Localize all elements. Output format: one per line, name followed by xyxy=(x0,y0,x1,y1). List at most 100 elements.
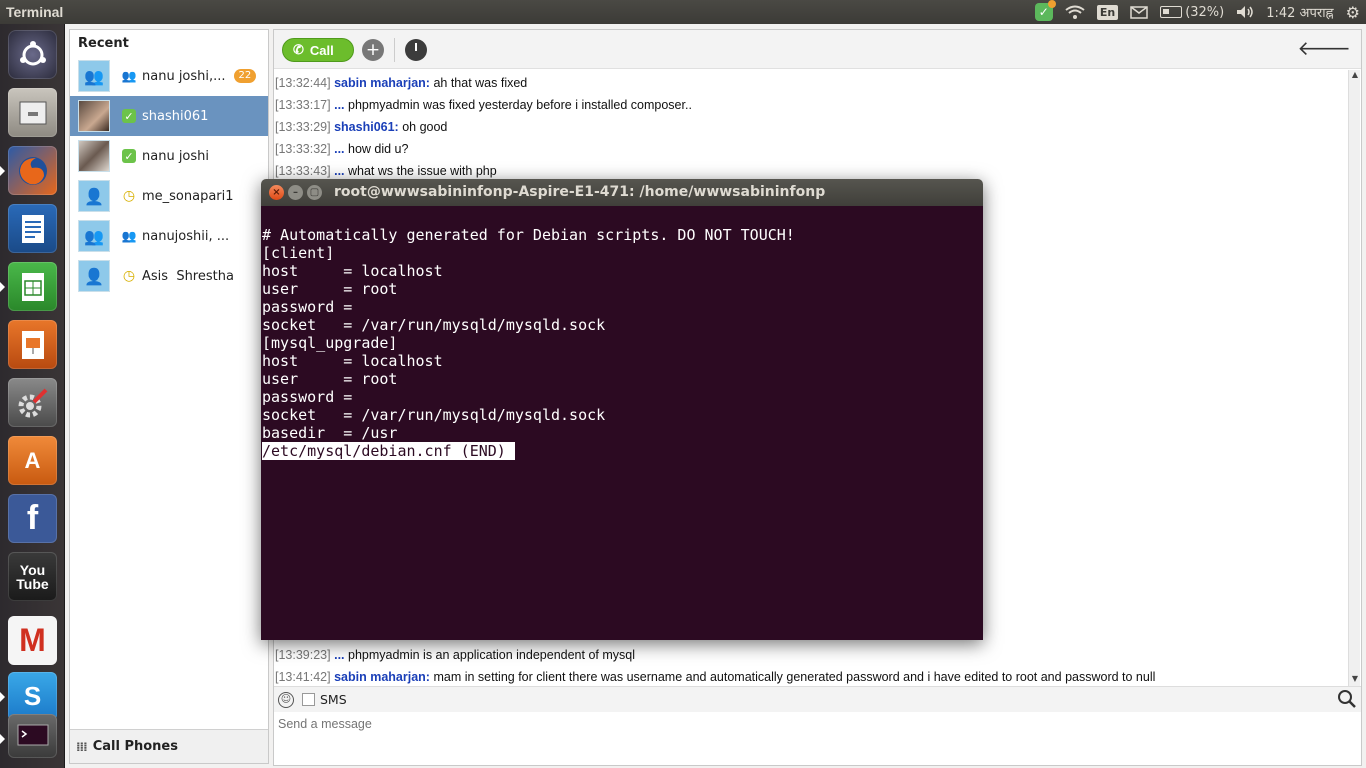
gmail-letter: M xyxy=(19,622,46,658)
message-text: how did u? xyxy=(348,142,409,156)
call-button[interactable]: ✆ Call xyxy=(282,38,354,62)
terminal-line: socket = /var/run/mysqld/mysqld.sock xyxy=(262,406,606,424)
toolbar-divider xyxy=(394,38,395,62)
maximize-icon[interactable]: ▢ xyxy=(307,185,322,200)
plus-icon: + xyxy=(365,40,381,60)
contact-name: nanu joshi,... xyxy=(142,68,226,84)
app-title: Terminal xyxy=(6,4,64,20)
settings-gear-icon[interactable]: ⚙ xyxy=(1346,3,1360,22)
message-timestamp: [13:33:17] xyxy=(275,98,331,112)
call-phones-button[interactable]: ⁞⁞⁞ Call Phones xyxy=(70,729,268,763)
message-input[interactable] xyxy=(278,717,1178,731)
message-row: [13:39:23] ... phpmyadmin is an applicat… xyxy=(274,644,1349,666)
message-sender[interactable]: ... xyxy=(334,142,344,156)
system-settings-icon[interactable] xyxy=(8,378,57,427)
contact-item-selected[interactable]: ✓ shashi061 xyxy=(70,96,268,136)
sms-checkbox[interactable] xyxy=(302,693,315,706)
history-clock-icon[interactable] xyxy=(405,39,427,61)
message-scrollbar[interactable]: ▲ ▼ xyxy=(1348,70,1360,686)
terminal-line: user = root xyxy=(262,370,398,388)
contact-name: nanujoshii, ... xyxy=(142,228,230,244)
message-sender[interactable]: ... xyxy=(334,648,344,662)
default-avatar: 👤 xyxy=(78,260,110,292)
minimize-icon[interactable]: – xyxy=(288,185,303,200)
terminal-line: host = localhost xyxy=(262,352,443,370)
terminal-line: host = localhost xyxy=(262,262,443,280)
youtube-label: You Tube xyxy=(16,561,49,592)
skype-letter: S xyxy=(23,681,42,711)
volume-icon[interactable] xyxy=(1236,5,1254,19)
indicator-area: ✓ En (32%) 1:42 अपराह्न ⚙ xyxy=(1034,0,1360,24)
call-label: Call xyxy=(309,42,334,58)
clock[interactable]: 1:42 अपराह्न xyxy=(1266,3,1333,21)
contact-item[interactable]: 👥 👥 nanujoshii, ... xyxy=(70,216,268,256)
libreoffice-impress-icon[interactable] xyxy=(8,320,57,369)
contact-item[interactable]: 👥 👥 nanu joshi,... 22 xyxy=(70,56,268,96)
conversation-toolbar: ✆ Call + 🡐 xyxy=(274,30,1361,69)
terminal-output[interactable]: # Automatically generated for Debian scr… xyxy=(261,206,983,640)
facebook-letter: f xyxy=(26,499,39,537)
launcher: A f You Tube M S xyxy=(0,24,65,768)
terminal-titlebar[interactable]: × – ▢ root@wwwsabininfonp-Aspire-E1-471:… xyxy=(261,179,983,206)
message-sender[interactable]: sabin maharjan: xyxy=(334,670,430,684)
compose-toolbar: ☺ SMS xyxy=(274,686,1361,712)
phone-icon: ✆ xyxy=(293,42,304,57)
contact-item[interactable]: 👤 ◷ me_sonapari1 xyxy=(70,176,268,216)
facebook-icon[interactable]: f xyxy=(8,494,57,543)
group-icon: 👥 xyxy=(121,229,137,243)
message-sender[interactable]: ... xyxy=(334,98,344,112)
wifi-icon[interactable] xyxy=(1065,5,1085,19)
ubuntu-dash-icon[interactable] xyxy=(8,30,57,79)
running-indicator xyxy=(0,166,5,176)
add-people-button[interactable]: + xyxy=(362,39,384,61)
contact-item[interactable]: 👤 ◷ Asis Shrestha xyxy=(70,256,268,296)
emoticon-icon[interactable]: ☺ xyxy=(278,691,294,708)
group-icon: 👥 xyxy=(121,69,137,83)
message-timestamp: [13:33:29] xyxy=(275,120,331,134)
files-icon[interactable] xyxy=(8,88,57,137)
message-text: oh good xyxy=(402,120,448,134)
online-status-icon: ✓ xyxy=(122,109,136,123)
firefox-icon[interactable] xyxy=(0,146,57,195)
scroll-up-arrow-icon[interactable]: ▲ xyxy=(1350,70,1360,82)
message-row: [13:33:29] shashi061: oh good xyxy=(274,116,1349,138)
call-phones-label: Call Phones xyxy=(92,739,178,754)
battery-indicator[interactable]: (32%) xyxy=(1160,5,1224,20)
back-arrow-icon[interactable]: 🡐 xyxy=(1297,36,1351,60)
message-sender[interactable]: sabin maharjan: xyxy=(334,76,430,90)
libreoffice-writer-icon[interactable] xyxy=(8,204,57,253)
contact-name: Asis Shrestha xyxy=(142,268,234,284)
message-sender[interactable]: shashi061: xyxy=(334,120,399,134)
terminal-line: password = xyxy=(262,388,353,406)
scroll-down-arrow-icon[interactable]: ▼ xyxy=(1350,674,1360,686)
message-text: what ws the issue with php xyxy=(348,164,497,178)
message-row: [13:33:17] ... phpmyadmin was fixed yest… xyxy=(274,94,1349,116)
terminal-window: × – ▢ root@wwwsabininfonp-Aspire-E1-471:… xyxy=(261,179,983,640)
message-sender[interactable]: ... xyxy=(334,164,344,178)
avatar xyxy=(78,140,110,172)
avatar xyxy=(78,100,110,132)
group-avatar: 👥 xyxy=(78,60,110,92)
contacts-pane: Recent 👥 👥 nanu joshi,... 22 ✓ shashi061… xyxy=(69,29,269,764)
top-panel: Terminal ✓ En (32%) 1:42 अपराह्न ⚙ xyxy=(0,0,1366,24)
terminal-line: user = root xyxy=(262,280,398,298)
battery-percent: (32%) xyxy=(1185,4,1225,20)
search-icon[interactable] xyxy=(1337,689,1357,709)
close-icon[interactable]: × xyxy=(269,185,284,200)
skype-indicator-icon[interactable]: ✓ xyxy=(1034,0,1056,21)
keyboard-language-indicator[interactable]: En xyxy=(1096,4,1119,20)
terminal-line: password = xyxy=(262,298,353,316)
mail-icon[interactable] xyxy=(1130,5,1148,19)
message-row: [13:41:42] sabin maharjan: mam in settin… xyxy=(274,666,1349,686)
contact-item[interactable]: ✓ nanu joshi xyxy=(70,136,268,176)
software-center-icon[interactable]: A xyxy=(8,436,57,485)
software-center-letter: A xyxy=(24,447,41,473)
message-text: mam in setting for client there was user… xyxy=(433,670,1156,684)
contact-name: shashi061 xyxy=(142,108,209,124)
gmail-icon[interactable]: M xyxy=(8,616,57,665)
message-timestamp: [13:33:32] xyxy=(275,142,331,156)
terminal-stack-icon[interactable] xyxy=(0,714,57,758)
online-status-icon: ✓ xyxy=(122,149,136,163)
youtube-icon[interactable]: You Tube xyxy=(8,552,57,601)
libreoffice-calc-icon[interactable] xyxy=(0,262,57,311)
